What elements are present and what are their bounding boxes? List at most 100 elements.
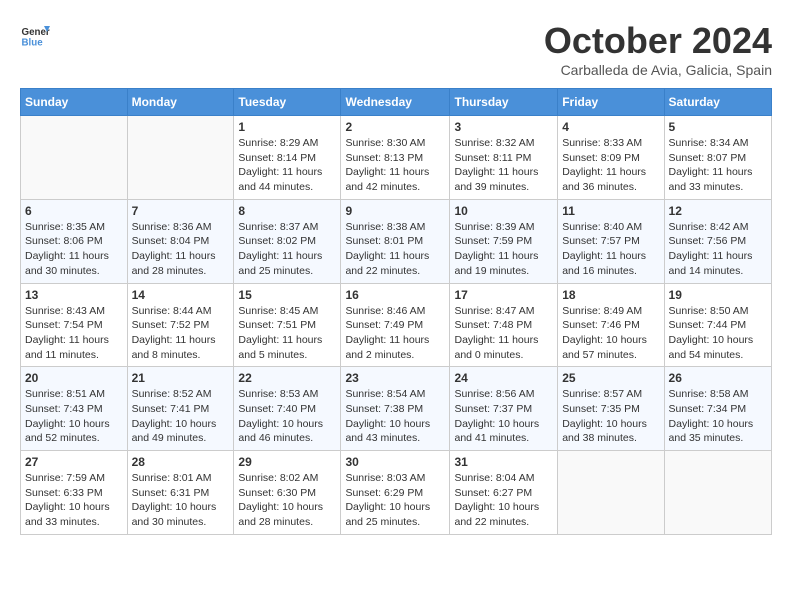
- calendar-cell: [21, 116, 128, 200]
- calendar-cell: 14Sunrise: 8:44 AMSunset: 7:52 PMDayligh…: [127, 283, 234, 367]
- day-info: Sunrise: 8:42 AMSunset: 7:56 PMDaylight:…: [669, 220, 767, 279]
- calendar-cell: 2Sunrise: 8:30 AMSunset: 8:13 PMDaylight…: [341, 116, 450, 200]
- calendar-row: 1 Sunrise: 8:29 AMSunset: 8:14 PMDaylight…: [21, 116, 772, 200]
- day-info: Sunrise: 7:59 AMSunset: 6:33 PMDaylight:…: [25, 471, 123, 530]
- header-saturday: Saturday: [664, 89, 771, 116]
- day-info: Sunrise: 8:39 AMSunset: 7:59 PMDaylight:…: [454, 220, 553, 279]
- day-info: Sunrise: 8:43 AMSunset: 7:54 PMDaylight:…: [25, 304, 123, 363]
- day-number: 16: [345, 288, 445, 302]
- header-tuesday: Tuesday: [234, 89, 341, 116]
- day-number: 17: [454, 288, 553, 302]
- header-row: Sunday Monday Tuesday Wednesday Thursday…: [21, 89, 772, 116]
- day-number: 9: [345, 204, 445, 218]
- day-number: 14: [132, 288, 230, 302]
- day-info: Sunrise: 8:01 AMSunset: 6:31 PMDaylight:…: [132, 471, 230, 530]
- day-info: Sunrise: 8:47 AMSunset: 7:48 PMDaylight:…: [454, 304, 553, 363]
- calendar-cell: 9Sunrise: 8:38 AMSunset: 8:01 PMDaylight…: [341, 199, 450, 283]
- day-number: 12: [669, 204, 767, 218]
- calendar-cell: 8 Sunrise: 8:37 AMSunset: 8:02 PMDaylight…: [234, 199, 341, 283]
- calendar-cell: 23Sunrise: 8:54 AMSunset: 7:38 PMDayligh…: [341, 367, 450, 451]
- day-number: 26: [669, 371, 767, 385]
- day-number: 15: [238, 288, 336, 302]
- day-number: 10: [454, 204, 553, 218]
- day-info: Sunrise: 8:45 AMSunset: 7:51 PMDaylight:…: [238, 304, 336, 363]
- day-info: Sunrise: 8:51 AMSunset: 7:43 PMDaylight:…: [25, 387, 123, 446]
- day-info: Sunrise: 8:29 AMSunset: 8:14 PMDaylight:…: [238, 136, 336, 195]
- calendar-cell: 27 Sunrise: 7:59 AMSunset: 6:33 PMDayligh…: [21, 451, 128, 535]
- calendar-cell: 11 Sunrise: 8:40 AMSunset: 7:57 PMDayligh…: [558, 199, 664, 283]
- svg-text:Blue: Blue: [22, 38, 44, 49]
- day-info: Sunrise: 8:53 AMSunset: 7:40 PMDaylight:…: [238, 387, 336, 446]
- month-title: October 2024: [544, 20, 772, 62]
- day-number: 18: [562, 288, 659, 302]
- calendar-cell: 1 Sunrise: 8:29 AMSunset: 8:14 PMDaylight…: [234, 116, 341, 200]
- calendar-cell: 3Sunrise: 8:32 AMSunset: 8:11 PMDaylight…: [450, 116, 558, 200]
- day-info: Sunrise: 8:32 AMSunset: 8:11 PMDaylight:…: [454, 136, 553, 195]
- day-info: Sunrise: 8:49 AMSunset: 7:46 PMDaylight:…: [562, 304, 659, 363]
- day-info: Sunrise: 8:30 AMSunset: 8:13 PMDaylight:…: [345, 136, 445, 195]
- day-number: 27: [25, 455, 123, 469]
- day-info: Sunrise: 8:04 AMSunset: 6:27 PMDaylight:…: [454, 471, 553, 530]
- day-number: 25: [562, 371, 659, 385]
- calendar-cell: 17 Sunrise: 8:47 AMSunset: 7:48 PMDayligh…: [450, 283, 558, 367]
- day-number: 28: [132, 455, 230, 469]
- calendar-cell: 15 Sunrise: 8:45 AMSunset: 7:51 PMDayligh…: [234, 283, 341, 367]
- header-sunday: Sunday: [21, 89, 128, 116]
- day-info: Sunrise: 8:36 AMSunset: 8:04 PMDaylight:…: [132, 220, 230, 279]
- calendar-cell: 29 Sunrise: 8:02 AMSunset: 6:30 PMDayligh…: [234, 451, 341, 535]
- day-number: 4: [562, 120, 659, 134]
- day-number: 24: [454, 371, 553, 385]
- header-wednesday: Wednesday: [341, 89, 450, 116]
- page-header: General Blue October 2024 Carballeda de …: [20, 20, 772, 78]
- day-info: Sunrise: 8:34 AMSunset: 8:07 PMDaylight:…: [669, 136, 767, 195]
- day-info: Sunrise: 8:58 AMSunset: 7:34 PMDaylight:…: [669, 387, 767, 446]
- calendar-cell: [664, 451, 771, 535]
- day-number: 6: [25, 204, 123, 218]
- logo: General Blue: [20, 20, 50, 50]
- logo-icon: General Blue: [20, 20, 50, 50]
- calendar-cell: 4 Sunrise: 8:33 AMSunset: 8:09 PMDaylight…: [558, 116, 664, 200]
- day-info: Sunrise: 8:37 AMSunset: 8:02 PMDaylight:…: [238, 220, 336, 279]
- calendar-cell: 18 Sunrise: 8:49 AMSunset: 7:46 PMDayligh…: [558, 283, 664, 367]
- day-info: Sunrise: 8:40 AMSunset: 7:57 PMDaylight:…: [562, 220, 659, 279]
- day-number: 11: [562, 204, 659, 218]
- calendar-cell: 22Sunrise: 8:53 AMSunset: 7:40 PMDayligh…: [234, 367, 341, 451]
- day-info: Sunrise: 8:35 AMSunset: 8:06 PMDaylight:…: [25, 220, 123, 279]
- calendar-cell: 30 Sunrise: 8:03 AMSunset: 6:29 PMDayligh…: [341, 451, 450, 535]
- calendar-cell: 24 Sunrise: 8:56 AMSunset: 7:37 PMDayligh…: [450, 367, 558, 451]
- calendar-cell: 16Sunrise: 8:46 AMSunset: 7:49 PMDayligh…: [341, 283, 450, 367]
- day-number: 8: [238, 204, 336, 218]
- calendar-cell: 25 Sunrise: 8:57 AMSunset: 7:35 PMDayligh…: [558, 367, 664, 451]
- day-number: 31: [454, 455, 553, 469]
- calendar-cell: 31 Sunrise: 8:04 AMSunset: 6:27 PMDayligh…: [450, 451, 558, 535]
- calendar-row: 20Sunrise: 8:51 AMSunset: 7:43 PMDayligh…: [21, 367, 772, 451]
- calendar-cell: 13Sunrise: 8:43 AMSunset: 7:54 PMDayligh…: [21, 283, 128, 367]
- calendar-cell: [127, 116, 234, 200]
- calendar-cell: 20Sunrise: 8:51 AMSunset: 7:43 PMDayligh…: [21, 367, 128, 451]
- day-info: Sunrise: 8:56 AMSunset: 7:37 PMDaylight:…: [454, 387, 553, 446]
- day-info: Sunrise: 8:02 AMSunset: 6:30 PMDaylight:…: [238, 471, 336, 530]
- day-info: Sunrise: 8:03 AMSunset: 6:29 PMDaylight:…: [345, 471, 445, 530]
- calendar-cell: 19 Sunrise: 8:50 AMSunset: 7:44 PMDayligh…: [664, 283, 771, 367]
- day-number: 1: [238, 120, 336, 134]
- calendar-cell: 28 Sunrise: 8:01 AMSunset: 6:31 PMDayligh…: [127, 451, 234, 535]
- day-number: 19: [669, 288, 767, 302]
- calendar-row: 13Sunrise: 8:43 AMSunset: 7:54 PMDayligh…: [21, 283, 772, 367]
- calendar-cell: 7 Sunrise: 8:36 AMSunset: 8:04 PMDaylight…: [127, 199, 234, 283]
- calendar-cell: 21Sunrise: 8:52 AMSunset: 7:41 PMDayligh…: [127, 367, 234, 451]
- day-number: 30: [345, 455, 445, 469]
- header-friday: Friday: [558, 89, 664, 116]
- calendar-table: Sunday Monday Tuesday Wednesday Thursday…: [20, 88, 772, 535]
- day-number: 29: [238, 455, 336, 469]
- calendar-cell: 6 Sunrise: 8:35 AMSunset: 8:06 PMDaylight…: [21, 199, 128, 283]
- day-info: Sunrise: 8:33 AMSunset: 8:09 PMDaylight:…: [562, 136, 659, 195]
- day-number: 5: [669, 120, 767, 134]
- title-section: October 2024 Carballeda de Avia, Galicia…: [544, 20, 772, 78]
- day-info: Sunrise: 8:57 AMSunset: 7:35 PMDaylight:…: [562, 387, 659, 446]
- calendar-row: 6 Sunrise: 8:35 AMSunset: 8:06 PMDaylight…: [21, 199, 772, 283]
- day-info: Sunrise: 8:52 AMSunset: 7:41 PMDaylight:…: [132, 387, 230, 446]
- day-info: Sunrise: 8:50 AMSunset: 7:44 PMDaylight:…: [669, 304, 767, 363]
- day-number: 7: [132, 204, 230, 218]
- calendar-cell: [558, 451, 664, 535]
- day-info: Sunrise: 8:54 AMSunset: 7:38 PMDaylight:…: [345, 387, 445, 446]
